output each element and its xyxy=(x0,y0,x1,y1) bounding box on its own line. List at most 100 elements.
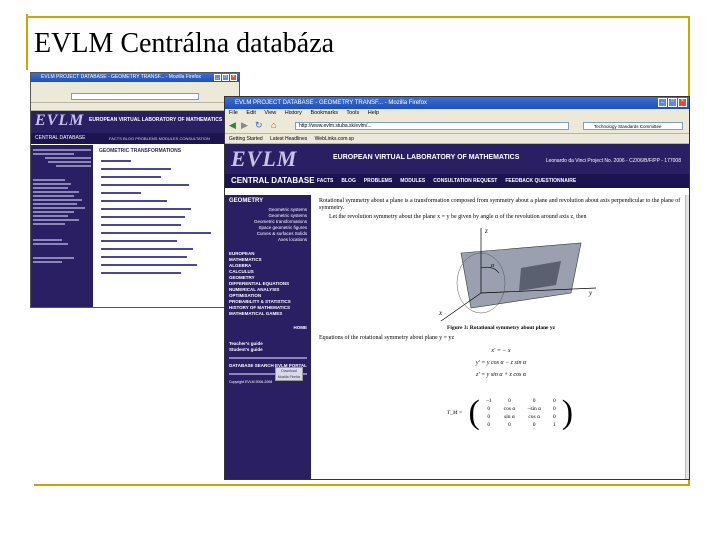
back-link[interactable] xyxy=(99,213,235,221)
front-search-box[interactable]: Technology Standards Committee xyxy=(583,122,683,130)
nav-blog[interactable]: BLOG xyxy=(341,174,355,188)
back-nav-links[interactable]: FACTS BLOG PROBLEMS MODULES CONSULTATION xyxy=(109,133,210,144)
back-link[interactable] xyxy=(99,205,235,213)
slide-rule-left xyxy=(26,14,28,70)
maximize-icon[interactable]: □ xyxy=(222,74,229,81)
content-paragraph-1: Rotational symmetry about a plane is a t… xyxy=(319,198,681,211)
minimize-icon[interactable]: _ xyxy=(214,74,221,81)
back-site-banner: EVLM EUROPEAN VIRTUAL LABORATORY OF MATH… xyxy=(31,111,239,133)
back-window-titlebar[interactable]: EVLM PROJECT DATABASE - GEOMETRY TRANSF.… xyxy=(31,73,239,82)
front-menubar: File Edit View History Bookmarks Tools H… xyxy=(225,109,689,118)
matrix-cell: 0 xyxy=(553,414,556,420)
back-link[interactable] xyxy=(99,197,235,205)
nav-facts[interactable]: FACTS xyxy=(317,174,333,188)
equation-1: x' = − x xyxy=(491,348,511,354)
matrix-cell: 0 xyxy=(553,398,556,404)
back-link[interactable] xyxy=(99,237,235,245)
menu-view[interactable]: View xyxy=(264,110,276,116)
nav-consultation-request[interactable]: CONSULTATION REQUEST xyxy=(433,174,497,188)
front-address-bar[interactable]: http://www.evlm.stuba.sk/evlm/... xyxy=(295,122,569,130)
back-site-content: GEOMETRIC TRANSFORMATIONS xyxy=(93,145,239,307)
back-link[interactable] xyxy=(99,221,235,229)
back-link[interactable] xyxy=(99,261,235,269)
front-site-sidebar: GEOMETRY Geometric systems Geometric sys… xyxy=(225,195,311,479)
back-link[interactable] xyxy=(99,165,235,173)
fig-label-z: z xyxy=(484,227,488,235)
front-site-content: Rotational symmetry about a plane is a t… xyxy=(311,195,689,479)
matrix-cell: −sin α xyxy=(527,406,542,412)
back-central-database-label: CENTRAL DATABASE xyxy=(35,135,86,141)
content-scrollbar[interactable] xyxy=(685,195,689,479)
bookmark-latest-headlines[interactable]: Latest Headlines xyxy=(270,136,307,142)
bookmark-getting-started[interactable]: Getting Started xyxy=(229,136,263,142)
reload-icon[interactable]: ↻ xyxy=(255,120,263,131)
close-icon[interactable]: × xyxy=(230,74,237,81)
bookmark-weblinks[interactable]: WebLinks.com.sp xyxy=(315,136,354,142)
back-link[interactable] xyxy=(99,253,235,261)
front-central-database-label: CENTRAL DATABASE xyxy=(231,176,315,185)
firefox-download-badge[interactable]: Download Mozilla Firefox xyxy=(275,367,303,381)
menu-history[interactable]: History xyxy=(285,110,302,116)
matrix-cell: 0 xyxy=(508,398,511,404)
equation-3: z' = y sin α + z cos α xyxy=(475,372,526,378)
matrix-cell: 0 xyxy=(553,406,556,412)
back-link[interactable] xyxy=(99,269,235,277)
front-evlm-logo[interactable]: EVLM xyxy=(231,146,297,172)
menu-edit[interactable]: Edit xyxy=(246,110,255,116)
front-site-banner: EVLM EUROPEAN VIRTUAL LABORATORY OF MATH… xyxy=(225,144,689,174)
front-window-titlebar[interactable]: EVLM PROJECT DATABASE - GEOMETRY TRANSF.… xyxy=(225,97,689,109)
slide-rule-top xyxy=(26,16,690,18)
back-link[interactable] xyxy=(99,181,235,189)
content-paragraph-2: Let the revolution symmetry about the pl… xyxy=(329,214,587,220)
nav-problems[interactable]: PROBLEMS xyxy=(364,174,392,188)
back-banner-text: EUROPEAN VIRTUAL LABORATORY OF MATHEMATI… xyxy=(89,117,223,123)
sidebar-students-guide[interactable]: Student's guide xyxy=(229,347,307,353)
front-site-navbar: CENTRAL DATABASE FACTS BLOG PROBLEMS MOD… xyxy=(225,174,689,188)
fig-label-x: x xyxy=(438,309,443,317)
content-paragraph-3: Equations of the rotational symmetry abo… xyxy=(319,335,455,341)
nav-feedback-questionnaire[interactable]: FEEDBACK QUESTIONNAIRE xyxy=(505,174,576,188)
matrix-label: T_M = xyxy=(447,410,463,416)
back-site-sidebar xyxy=(31,145,93,307)
matrix-cell: sin α xyxy=(504,414,515,420)
matrix-cell: 0 xyxy=(487,406,491,412)
slide-title: EVLM Centrálna databáza xyxy=(34,28,335,59)
fig-label-y: y xyxy=(588,289,593,297)
minimize-icon[interactable]: _ xyxy=(658,98,667,107)
transformation-matrix: T_M = ( −1 0 0 0 ) 0 cos α −sin α0 0 sin α cos … xyxy=(441,396,573,430)
close-icon[interactable]: × xyxy=(678,98,687,107)
menu-help[interactable]: Help xyxy=(368,110,379,116)
matrix-cell: 0 xyxy=(508,422,511,428)
matrix-cell: 0 xyxy=(487,422,491,428)
menu-bookmarks[interactable]: Bookmarks xyxy=(310,110,338,116)
back-link[interactable] xyxy=(99,229,235,237)
back-window-title: EVLM PROJECT DATABASE - GEOMETRY TRANSF.… xyxy=(41,74,202,80)
back-arrow-icon[interactable]: ◀ xyxy=(229,120,236,131)
back-site-navbar: CENTRAL DATABASE FACTS BLOG PROBLEMS MOD… xyxy=(31,133,239,144)
back-address-bar[interactable] xyxy=(71,93,199,100)
matrix-cell: 0 xyxy=(532,422,536,428)
matrix-cell: 1 xyxy=(553,422,556,428)
figure-caption: Figure 3: Rotational symmetry about plan… xyxy=(446,325,556,331)
menu-tools[interactable]: Tools xyxy=(346,110,359,116)
front-browser-window[interactable]: EVLM PROJECT DATABASE - GEOMETRY TRANSF.… xyxy=(224,96,690,480)
matrix-cell: 0 xyxy=(532,398,536,404)
menu-file[interactable]: File xyxy=(229,110,238,116)
back-link[interactable] xyxy=(99,189,235,197)
matrix-cell: cos α xyxy=(528,414,540,420)
back-link[interactable] xyxy=(99,245,235,253)
back-link[interactable] xyxy=(99,157,235,165)
back-content-heading: GEOMETRIC TRANSFORMATIONS xyxy=(99,148,182,154)
matrix-cell: −1 xyxy=(485,398,492,404)
front-banner-text: EUROPEAN VIRTUAL LABORATORY OF MATHEMATI… xyxy=(333,154,520,161)
sidebar-topic[interactable]: MATHEMATICAL GAMES xyxy=(229,311,307,317)
front-bookmarks-bar: Getting Started Latest Headlines WebLink… xyxy=(225,134,689,144)
back-evlm-logo[interactable]: EVLM xyxy=(35,112,84,130)
home-icon[interactable]: ⌂ xyxy=(271,120,276,131)
matrix-cell: cos α xyxy=(503,406,516,412)
nav-modules[interactable]: MODULES xyxy=(400,174,425,188)
back-link[interactable] xyxy=(99,173,235,181)
back-browser-window[interactable]: EVLM PROJECT DATABASE - GEOMETRY TRANSF.… xyxy=(30,72,240,308)
forward-arrow-icon[interactable]: ▶ xyxy=(241,120,248,131)
maximize-icon[interactable]: □ xyxy=(668,98,677,107)
